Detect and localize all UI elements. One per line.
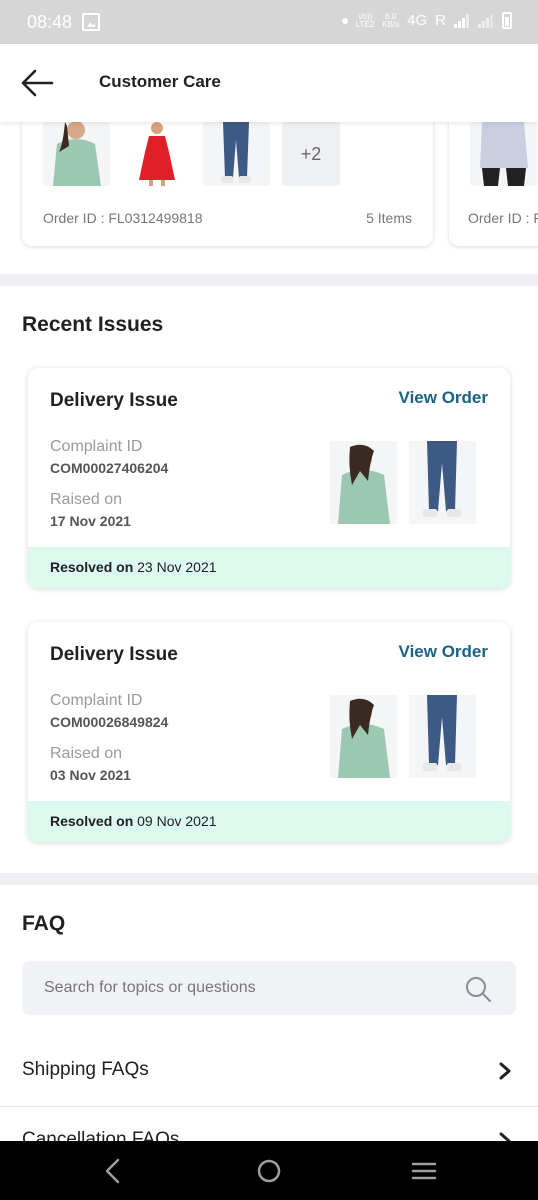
arrow-left-icon: [21, 69, 54, 97]
issue-title: Delivery Issue: [50, 644, 178, 665]
section-divider: [0, 274, 538, 286]
view-order-link[interactable]: View Order: [399, 388, 488, 408]
network-speed-unit: KB/s: [382, 19, 400, 29]
status-time: 08:48: [27, 12, 73, 32]
complaint-id-label: Complaint ID: [50, 438, 143, 455]
complaint-id-value: COM00027406204: [50, 460, 169, 476]
volte-indicator: Vo)) LTE2: [355, 12, 375, 29]
order-card[interactable]: +2 Order ID : FL0312499818 5 Items: [22, 122, 433, 246]
raised-on-value: 17 Nov 2021: [50, 513, 131, 529]
lte2-label: LTE2: [355, 19, 375, 29]
roaming-indicator: R: [435, 12, 446, 29]
order-items-count: 5 Items: [366, 210, 412, 226]
section-divider: [0, 873, 538, 885]
product-image-jeans: [409, 695, 476, 778]
issue-card[interactable]: Delivery Issue View Order Complaint ID C…: [28, 368, 510, 588]
order-id: Order ID : FL0312499818: [43, 210, 203, 226]
order-card[interactable]: Order ID : F: [449, 122, 538, 246]
nav-back-icon[interactable]: [97, 1155, 129, 1187]
raised-on-label: Raised on: [50, 745, 123, 762]
more-items-badge: +2: [282, 122, 340, 186]
complaint-id-label: Complaint ID: [50, 692, 143, 709]
chevron-right-icon: [499, 1062, 511, 1080]
notification-dot-icon: [341, 17, 348, 24]
issue-card[interactable]: Delivery Issue View Order Complaint ID C…: [28, 622, 510, 842]
product-image-jeans: [409, 441, 476, 524]
view-order-link[interactable]: View Order: [399, 642, 488, 662]
resolved-date: 23 Nov 2021: [137, 559, 217, 575]
product-thumbnail-sweater: [43, 122, 110, 186]
resolved-status: Resolved on 09 Nov 2021: [28, 801, 510, 842]
raised-on-value: 03 Nov 2021: [50, 767, 131, 783]
status-bar: 08:48 Vo)) LTE2 6.0 KB/s 4G R: [0, 0, 538, 44]
search-icon[interactable]: [464, 975, 492, 1003]
battery-icon: [502, 12, 512, 29]
gallery-notification-icon: [82, 13, 100, 31]
orders-carousel[interactable]: +2 Order ID : FL0312499818 5 Items Order…: [0, 122, 538, 272]
resolved-status: Resolved on 23 Nov 2021: [28, 547, 510, 588]
product-thumbnail-red-dress: [123, 122, 190, 186]
page-title: Customer Care: [99, 72, 221, 91]
network-type: 4G: [407, 12, 428, 29]
product-thumbnail-jeans: [203, 122, 270, 186]
network-speed: 6.0 KB/s: [382, 12, 400, 29]
status-icons: Vo)) LTE2 6.0 KB/s 4G R: [341, 12, 512, 29]
back-button[interactable]: [18, 66, 58, 100]
issue-title: Delivery Issue: [50, 390, 178, 411]
resolved-label: Resolved on: [50, 559, 134, 575]
product-image-sweater: [330, 441, 397, 524]
signal-icon-sim2: [478, 13, 494, 28]
system-navigation-bar: [0, 1141, 538, 1200]
faq-search-input[interactable]: [22, 961, 452, 1015]
resolved-date: 09 Nov 2021: [137, 813, 217, 829]
order-id: Order ID : F: [468, 210, 538, 226]
nav-home-icon[interactable]: [253, 1155, 285, 1187]
resolved-label: Resolved on: [50, 813, 134, 829]
faq-item-shipping[interactable]: Shipping FAQs: [0, 1037, 538, 1107]
complaint-id-value: COM00026849824: [50, 714, 169, 730]
signal-icon: [454, 13, 470, 28]
nav-recents-icon[interactable]: [408, 1155, 440, 1187]
raised-on-label: Raised on: [50, 491, 123, 508]
faq-item-label: Shipping FAQs: [22, 1059, 149, 1080]
faq-search-box[interactable]: [22, 961, 516, 1015]
product-image-sweater: [330, 695, 397, 778]
product-thumbnail-shirt: [470, 122, 537, 186]
faq-heading: FAQ: [22, 912, 66, 935]
app-header: Customer Care: [0, 44, 538, 122]
recent-issues-heading: Recent Issues: [22, 313, 164, 336]
